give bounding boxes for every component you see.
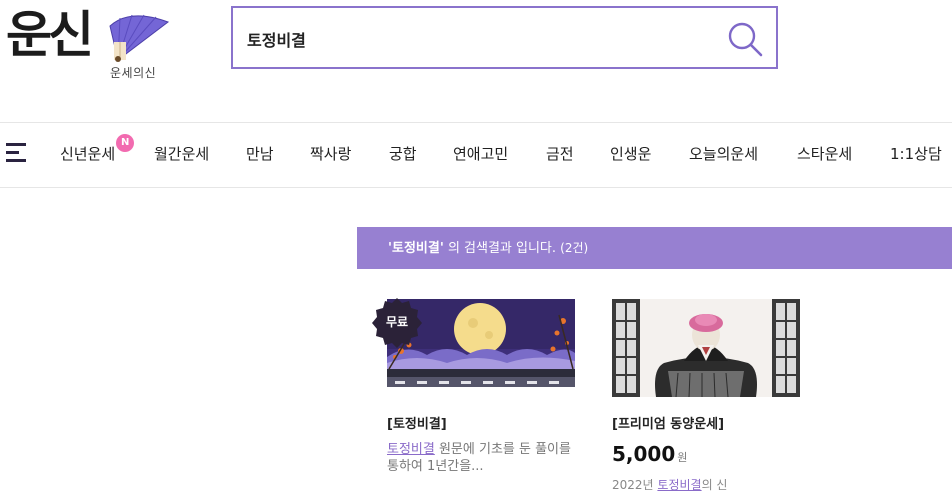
search-icon	[728, 22, 763, 57]
nav-item-life[interactable]: 인생운	[610, 143, 651, 164]
card-description: 토정비결 원문에 기초를 둔 풀이를 통하여 1년간을...	[387, 442, 571, 474]
search-result-header: '토정비결' 의 검색결과 입니다. (2건)	[357, 227, 952, 269]
nav-item-compatibility[interactable]: 궁합	[389, 143, 417, 164]
price: 5,000 원	[612, 442, 800, 466]
highlight-keyword[interactable]: 토정비결	[657, 478, 701, 492]
nav-item-love-concerns[interactable]: 연애고민	[453, 143, 508, 164]
logo-wordmark: 운신	[6, 5, 94, 64]
logo-subtitle: 운세의신	[110, 66, 157, 80]
search-input[interactable]	[247, 26, 707, 52]
new-badge: N	[116, 134, 135, 152]
result-card[interactable]: 무료 [토정비결] 토정비결 원문에 기초를 둔 풀이를 통하여 1년간을...	[372, 298, 575, 475]
result-count: (2건)	[560, 241, 589, 255]
result-suffix: 의 검색결과 입니다.	[443, 241, 557, 256]
nav-item-money[interactable]: 금전	[546, 143, 574, 164]
menu-icon[interactable]	[6, 143, 28, 165]
free-badge-label: 무료	[385, 315, 409, 329]
nav-item-today[interactable]: 오늘의운세	[689, 143, 758, 164]
price-currency: 원	[677, 451, 688, 464]
fan-icon	[109, 14, 170, 62]
price-amount: 5,000	[612, 442, 676, 466]
card-meta: 2022년 토정비결의 신	[612, 478, 728, 492]
result-card[interactable]: [프리미엄 동양운세] 5,000 원 2022년 토정비결의 신	[612, 299, 800, 493]
card-title[interactable]: [프리미엄 동양운세]	[612, 413, 800, 432]
nav-item-crush[interactable]: 짝사랑	[310, 143, 351, 164]
nav-item-new-year[interactable]: 신년운세 N	[60, 134, 135, 164]
highlight-keyword[interactable]: 토정비결	[387, 442, 435, 457]
card-thumbnail[interactable]	[612, 299, 800, 397]
main-nav: 신년운세 N 월간운세 만남 짝사랑 궁합 연애고민 금전 인생운 오늘의운세 …	[0, 122, 952, 188]
card-title[interactable]: [토정비결]	[387, 413, 575, 432]
result-query: '토정비결'	[388, 241, 444, 256]
site-logo[interactable]: 운신 운세의신	[6, 5, 170, 84]
nav-item-meeting[interactable]: 만남	[246, 143, 274, 164]
nav-item-monthly[interactable]: 월간운세	[154, 143, 209, 164]
search-button[interactable]	[726, 20, 764, 58]
premium-fortune-illustration	[612, 299, 800, 397]
nav-item-star[interactable]: 스타운세	[797, 143, 852, 164]
nav-item-consult[interactable]: 1:1상담	[890, 143, 942, 164]
search-box	[231, 6, 778, 69]
